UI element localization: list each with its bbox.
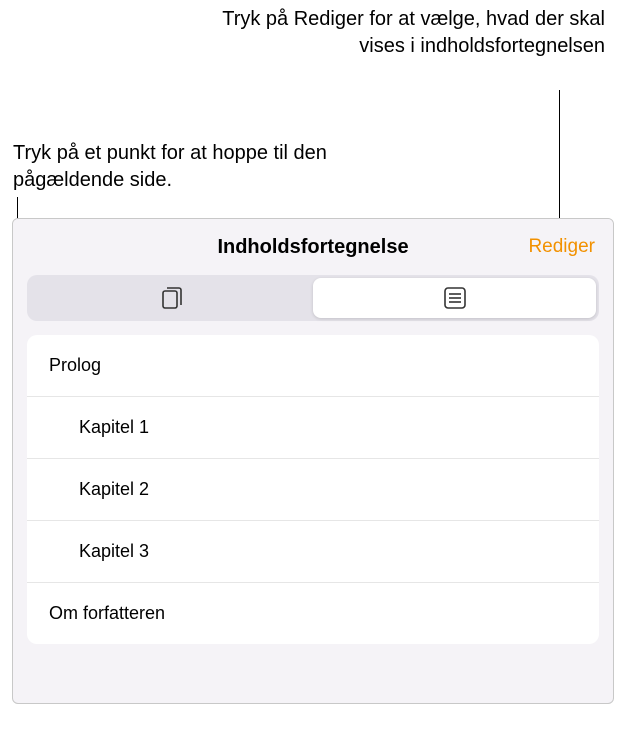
toc-item[interactable]: Prolog <box>27 335 599 397</box>
toc-item-label: Kapitel 3 <box>79 541 149 561</box>
toc-item[interactable]: Kapitel 3 <box>27 521 599 583</box>
page-title: Indholdsfortegnelse <box>217 236 408 259</box>
edit-button[interactable]: Rediger <box>528 236 595 258</box>
toc-item-label: Kapitel 2 <box>79 479 149 499</box>
toc-panel: Indholdsfortegnelse Rediger <box>12 218 614 704</box>
callout-line <box>559 90 560 230</box>
toc-item[interactable]: Kapitel 2 <box>27 459 599 521</box>
toc-item-label: Om forfatteren <box>49 603 165 623</box>
callout-edit-hint: Tryk på Rediger for at vælge, hvad der s… <box>185 6 605 60</box>
callout-item-hint: Tryk på et punkt for at hoppe til den på… <box>13 140 343 194</box>
segment-thumbnails[interactable] <box>30 278 313 318</box>
view-segmented-control <box>27 275 599 321</box>
toc-item[interactable]: Om forfatteren <box>27 583 599 644</box>
toc-item[interactable]: Kapitel 1 <box>27 397 599 459</box>
toc-item-label: Kapitel 1 <box>79 417 149 437</box>
toc-list: Prolog Kapitel 1 Kapitel 2 Kapitel 3 Om … <box>27 335 599 644</box>
panel-header: Indholdsfortegnelse Rediger <box>13 219 613 275</box>
pages-icon <box>159 285 185 311</box>
segment-list[interactable] <box>313 278 596 318</box>
list-icon <box>442 285 468 311</box>
toc-item-label: Prolog <box>49 355 101 375</box>
